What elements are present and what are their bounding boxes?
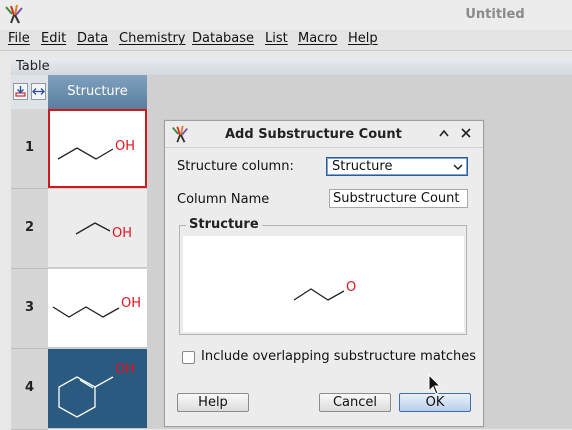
menu-list[interactable]: List	[265, 31, 288, 46]
menu-chemistry[interactable]: Chemistry	[119, 31, 186, 46]
window-title: Untitled	[465, 7, 525, 22]
table-panel-header: Table	[11, 58, 572, 76]
close-icon[interactable]	[461, 128, 471, 138]
column-name-field[interactable]	[329, 189, 468, 208]
column-name-input[interactable]	[330, 190, 463, 207]
structure-cell-4[interactable]: OH	[48, 349, 147, 429]
structure-cell-1[interactable]: OH	[48, 109, 147, 188]
app-logo-icon	[5, 4, 23, 24]
mouse-pointer-icon	[428, 374, 442, 395]
app-logo-icon	[172, 125, 188, 143]
menu-help[interactable]: Help	[348, 31, 378, 46]
chevron-down-icon	[453, 164, 463, 171]
table-panel-title: Table	[16, 59, 50, 74]
table-corner	[11, 75, 49, 109]
structure-column-label: Structure column:	[177, 159, 294, 174]
column-header-structure[interactable]: Structure	[48, 75, 147, 109]
hydroxyl-label: OH	[112, 226, 133, 241]
row-number-1[interactable]: 1	[11, 109, 48, 189]
structure-cell-3[interactable]: OH	[48, 269, 147, 348]
hydroxyl-label: OH	[115, 139, 136, 154]
menu-file[interactable]: File	[8, 31, 30, 46]
substructure-drawing	[293, 288, 345, 301]
menu-data[interactable]: Data	[77, 31, 108, 46]
chevron-up-icon[interactable]	[439, 129, 449, 137]
resize-columns-icon[interactable]	[31, 83, 46, 100]
overlapping-matches-label[interactable]: Include overlapping substructure matches	[201, 349, 476, 364]
structure-editor[interactable]: O	[183, 236, 464, 332]
dialog-title: Add Substructure Count	[225, 127, 402, 142]
menu-bar: File Edit Data Chemistry Database List M…	[0, 30, 572, 51]
overlapping-matches-checkbox[interactable]	[182, 351, 195, 364]
menu-database[interactable]: Database	[192, 31, 254, 46]
row-number-4[interactable]: 4	[11, 349, 48, 430]
ethanol-structure	[75, 222, 111, 235]
structure-column-select[interactable]: Structure	[326, 157, 468, 176]
structure-group-label: Structure	[186, 217, 262, 232]
structure-group: Structure O	[179, 217, 467, 335]
row-number-2[interactable]: 2	[11, 189, 48, 269]
dialog-titlebar[interactable]: Add Substructure Count	[165, 121, 483, 148]
menu-edit[interactable]: Edit	[41, 31, 66, 46]
menu-macro[interactable]: Macro	[298, 31, 337, 46]
cancel-button[interactable]: Cancel	[319, 393, 391, 412]
download-icon[interactable]	[13, 83, 28, 100]
row-number-3[interactable]: 3	[11, 269, 48, 349]
cyclohexenol-structure	[58, 376, 114, 418]
hydroxyl-label: OH	[121, 296, 142, 311]
window-titlebar: Untitled	[0, 0, 572, 30]
column-name-label: Column Name	[177, 192, 270, 207]
structure-cell-2[interactable]: OH	[48, 189, 147, 268]
substructure-oxygen-label: O	[346, 280, 357, 295]
help-button[interactable]: Help	[177, 393, 249, 412]
hydroxyl-label: OH	[115, 362, 136, 377]
